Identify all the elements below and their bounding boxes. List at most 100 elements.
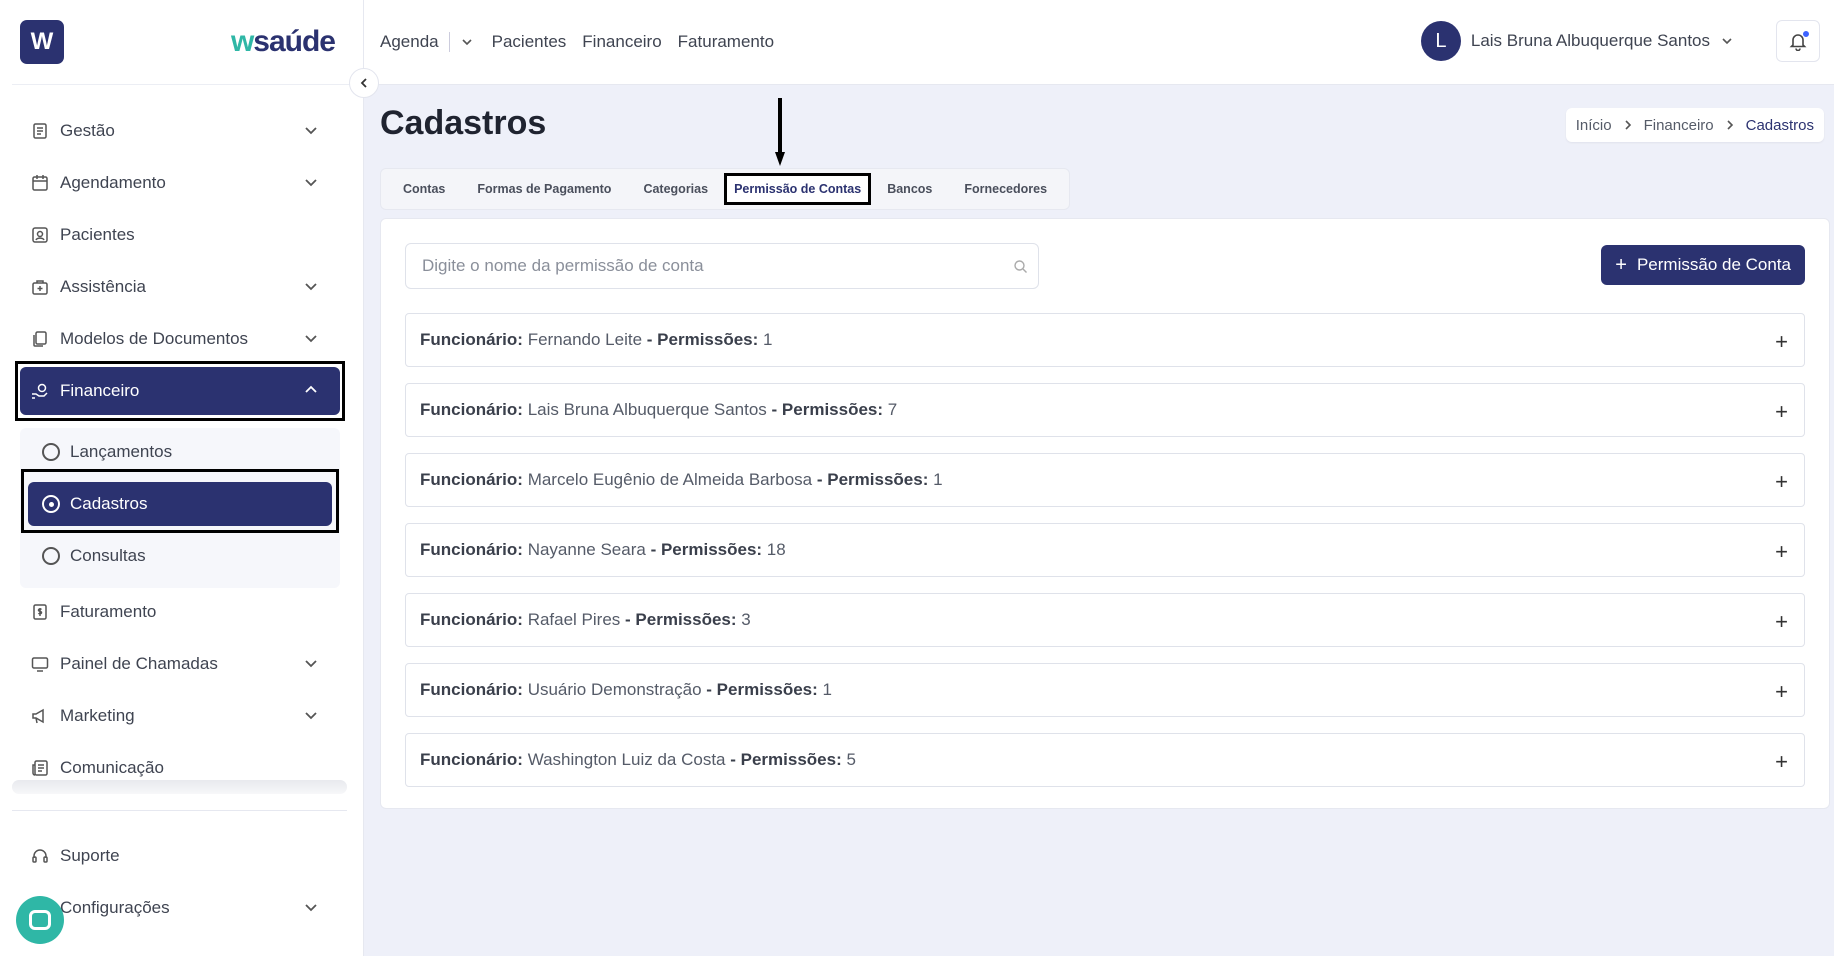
sidebar-item-label: Agendamento — [60, 173, 166, 192]
breadcrumb-financeiro[interactable]: Financeiro — [1644, 117, 1714, 134]
breadcrumb-inicio[interactable]: Início — [1576, 117, 1612, 134]
table-row[interactable]: Funcionário: Nayanne Seara - Permissões:… — [405, 523, 1805, 577]
book-icon — [30, 121, 50, 141]
permissions-card: Digite o nome da permissão de conta + Pe… — [380, 218, 1830, 809]
sidebar-collapse-button[interactable] — [349, 68, 379, 98]
sidebar-divider — [12, 810, 347, 811]
chevron-right-icon — [1727, 120, 1733, 130]
topnav-pacientes[interactable]: Pacientes — [492, 32, 567, 52]
chat-widget-button[interactable] — [16, 896, 64, 944]
sidebar-item-label: Assistência — [60, 277, 146, 296]
sidebar-item-label: Pacientes — [60, 225, 135, 244]
sidebar-item-label: Faturamento — [60, 602, 157, 621]
highlight-financeiro — [15, 361, 345, 421]
avatar: L — [1420, 21, 1461, 61]
search-input[interactable]: Digite o nome da permissão de conta — [405, 243, 1039, 289]
breadcrumb-cadastros: Cadastros — [1745, 116, 1814, 134]
table-row[interactable]: Funcionário: Marcelo Eugênio de Almeida … — [405, 453, 1805, 507]
sidebar-item-label: Marketing — [60, 706, 135, 725]
sidebar-item-suporte[interactable]: Suporte — [20, 832, 340, 880]
documents-icon — [30, 329, 50, 349]
sidebar-item-configuracoes[interactable]: Configurações — [20, 884, 340, 932]
table-row[interactable]: Funcionário: Lais Bruna Albuquerque Sant… — [405, 383, 1805, 437]
chevron-down-icon — [305, 335, 317, 343]
chevron-down-icon — [305, 179, 317, 187]
sidebar-item-agendamento[interactable]: Agendamento — [20, 159, 340, 207]
megaphone-icon — [30, 706, 50, 726]
page-title: Cadastros — [380, 104, 547, 142]
plus-icon: + — [1615, 253, 1627, 276]
breadcrumb: Início Financeiro Cadastros — [1565, 108, 1824, 142]
topnav-agenda[interactable]: Agenda — [380, 32, 439, 52]
chevron-down-icon — [305, 283, 317, 291]
sidebar-item-label: Modelos de Documentos — [60, 329, 249, 348]
sidebar-item-label: Gestão — [60, 121, 115, 140]
patient-badge-icon — [30, 225, 50, 245]
tab-formas-pagamento[interactable]: Formas de Pagamento — [461, 173, 627, 205]
sidebar-item-label: Configurações — [60, 898, 170, 917]
sidebar-item-modelos-documentos[interactable]: Modelos de Documentos — [20, 315, 340, 363]
user-name: Lais Bruna Albuquerque Santos — [1470, 31, 1710, 50]
sidebar-item-label: Painel de Chamadas — [60, 654, 218, 673]
sidebar-item-label: Suporte — [60, 846, 120, 865]
chevron-down-icon — [305, 904, 317, 912]
user-menu[interactable]: L Lais Bruna Albuquerque Santos — [1420, 21, 1734, 61]
brand-wordmark: wsaúde — [230, 25, 336, 58]
invoice-dollar-icon — [30, 602, 50, 622]
sidebar-item-pacientes[interactable]: Pacientes — [20, 211, 340, 259]
headset-icon — [30, 846, 50, 866]
annotation-arrow-icon — [775, 98, 785, 166]
expand-plus-icon[interactable]: + — [1775, 329, 1788, 355]
search-placeholder: Digite o nome da permissão de conta — [422, 256, 704, 275]
sidebar-item-painel-chamadas[interactable]: Painel de Chamadas — [20, 640, 340, 688]
chevron-left-icon — [360, 78, 367, 88]
tab-permissao-contas[interactable]: Permissão de Contas — [724, 173, 872, 205]
expand-plus-icon[interactable]: + — [1775, 399, 1788, 425]
notification-dot — [1802, 30, 1810, 38]
circle-icon — [42, 443, 60, 461]
notifications-button[interactable] — [1776, 20, 1820, 62]
table-row[interactable]: Funcionário: Usuário Demonstração - Perm… — [405, 663, 1805, 717]
tab-categorias[interactable]: Categorias — [627, 173, 724, 205]
sidebar-item-assistencia[interactable]: Assistência — [20, 263, 340, 311]
top-navigation: Agenda Pacientes Financeiro Faturamento — [380, 32, 790, 52]
logo-row: W wsaúde — [12, 0, 351, 85]
app-logo[interactable]: W — [20, 20, 64, 64]
chevron-down-icon — [305, 712, 317, 720]
medical-kit-icon — [30, 277, 50, 297]
tab-contas[interactable]: Contas — [387, 173, 461, 205]
sidebar: W wsaúde Gestão Agendamento Pacientes As… — [0, 0, 364, 956]
tab-bar: Contas Formas de Pagamento Categorias Pe… — [380, 168, 1071, 210]
expand-plus-icon[interactable]: + — [1775, 609, 1788, 635]
sidebar-item-gestao[interactable]: Gestão — [20, 107, 340, 155]
table-row[interactable]: Funcionário: Washington Luiz da Costa - … — [405, 733, 1805, 787]
expand-plus-icon[interactable]: + — [1775, 469, 1788, 495]
submenu-item-consultas[interactable]: Consultas — [28, 534, 332, 578]
expand-plus-icon[interactable]: + — [1775, 539, 1788, 565]
circle-icon — [42, 547, 60, 565]
tab-fornecedores[interactable]: Fornecedores — [948, 173, 1063, 205]
chevron-down-icon — [305, 127, 317, 135]
search-icon — [1014, 260, 1027, 273]
submenu-item-lancamentos[interactable]: Lançamentos — [28, 430, 332, 474]
calendar-icon — [30, 173, 50, 193]
monitor-icon — [30, 654, 50, 674]
topnav-faturamento[interactable]: Faturamento — [678, 32, 774, 52]
chevron-down-icon — [305, 660, 317, 668]
newspaper-icon — [30, 758, 50, 778]
topnav-financeiro[interactable]: Financeiro — [582, 32, 661, 52]
tab-bancos[interactable]: Bancos — [871, 173, 948, 205]
add-permission-button[interactable]: + Permissão de Conta — [1601, 245, 1805, 285]
expand-plus-icon[interactable]: + — [1775, 679, 1788, 705]
chevron-right-icon — [1625, 120, 1631, 130]
chat-icon — [29, 910, 51, 930]
sidebar-item-label: Comunicação — [60, 758, 164, 777]
expand-plus-icon[interactable]: + — [1775, 749, 1788, 775]
table-row[interactable]: Funcionário: Rafael Pires - Permissões: … — [405, 593, 1805, 647]
sidebar-item-marketing[interactable]: Marketing — [20, 692, 340, 740]
chevron-down-icon — [1722, 38, 1732, 45]
chevron-down-icon[interactable] — [460, 35, 474, 49]
table-row[interactable]: Funcionário: Fernando Leite - Permissões… — [405, 313, 1805, 367]
scroll-shadow — [12, 780, 347, 794]
sidebar-item-faturamento[interactable]: Faturamento — [20, 588, 340, 636]
